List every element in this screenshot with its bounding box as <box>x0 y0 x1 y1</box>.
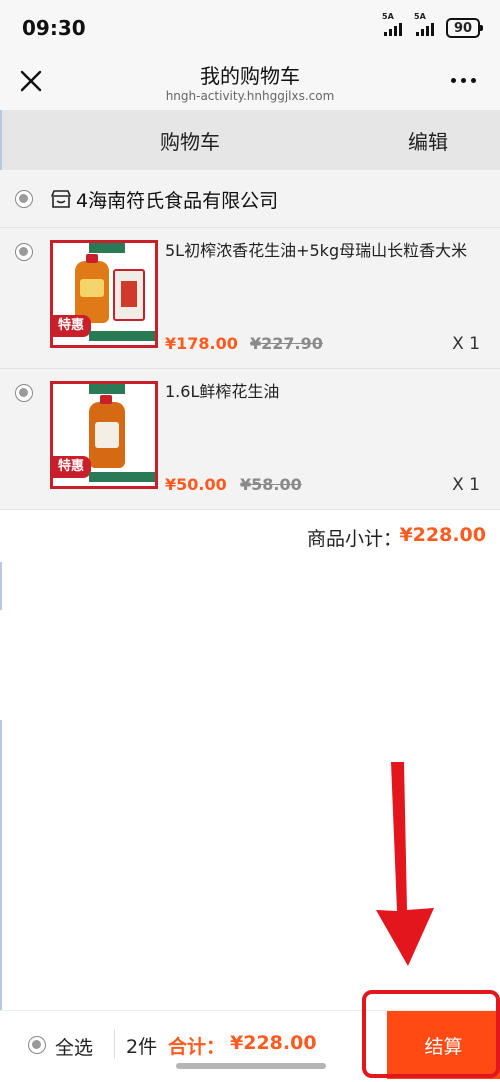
battery-icon: 90 <box>446 18 483 38</box>
item-original-price: ¥227.90 <box>250 334 323 353</box>
shop-row: 4海南符氏食品有限公司 <box>0 170 500 228</box>
status-indicators: 5A 5A 90 <box>376 12 483 38</box>
signal-icon: 5A <box>382 12 402 36</box>
cart-item[interactable]: 特惠 5L初榨浓香花生油+5kg母瑞山长粒香大米 ¥178.00 ¥227.90… <box>0 228 500 369</box>
item-select-radio[interactable] <box>15 243 33 261</box>
item-quantity: X 1 <box>452 475 480 495</box>
item-select-radio[interactable] <box>15 384 33 402</box>
signal-label: 5A <box>382 12 394 21</box>
battery-level: 90 <box>453 20 473 36</box>
page-url: hngh-activity.hnhggjlxs.com <box>165 89 335 103</box>
edit-button[interactable]: 编辑 <box>408 126 448 155</box>
subtotal-row: 商品小计： ¥228.00 <box>0 510 500 562</box>
more-menu-icon[interactable] <box>451 78 476 83</box>
product-image-strip <box>89 472 155 482</box>
home-indicator[interactable] <box>176 1063 326 1069</box>
select-all-label[interactable]: 全选 <box>55 1033 93 1060</box>
signal-icon-2: 5A <box>414 12 434 36</box>
subtotal-label: 商品小计： <box>306 528 402 550</box>
product-image[interactable]: 特惠 <box>50 381 158 489</box>
item-count: 2件 <box>126 1036 158 1058</box>
left-edge-line <box>0 720 2 1020</box>
cart-header: 购物车 编辑 <box>0 110 500 170</box>
product-image[interactable]: 特惠 <box>50 240 158 348</box>
divider <box>114 1029 115 1059</box>
item-price: ¥50.00 <box>165 475 227 494</box>
total-label: 合计： <box>168 1036 226 1058</box>
product-image-tag <box>89 243 125 253</box>
special-offer-badge: 特惠 <box>53 315 91 337</box>
select-all-radio[interactable] <box>28 1036 46 1054</box>
status-bar: 09:30 5A 5A 90 <box>0 0 500 58</box>
status-time: 09:30 <box>22 16 86 40</box>
item-quantity: X 1 <box>452 334 480 354</box>
page-title: 我的购物车 <box>200 64 300 88</box>
rice-bag-image <box>113 269 145 321</box>
oil-bottle-image <box>89 395 125 468</box>
item-original-price: ¥58.00 <box>240 475 302 494</box>
shop-select-radio[interactable] <box>15 190 33 208</box>
cart-item[interactable]: 特惠 1.6L鲜榨花生油 ¥50.00 ¥58.00 X 1 <box>0 369 500 510</box>
annotation-arrow-icon <box>376 762 434 966</box>
cart-list: 4海南符氏食品有限公司 特惠 5L初榨浓香花生油+5kg母瑞山长粒香大米 ¥17… <box>0 170 500 510</box>
subtotal-value: ¥228.00 <box>399 524 486 546</box>
oil-bottle-image <box>75 254 109 323</box>
shop-name: 4海南符氏食品有限公司 <box>76 190 279 212</box>
signal-label-2: 5A <box>414 12 426 21</box>
total-value: ¥228.00 <box>230 1032 317 1054</box>
store-icon <box>51 190 71 208</box>
item-name[interactable]: 1.6L鲜榨花生油 <box>165 381 475 402</box>
item-price: ¥178.00 <box>165 334 238 353</box>
special-offer-badge: 特惠 <box>53 456 91 478</box>
product-image-tag <box>89 384 125 394</box>
nav-bar: 我的购物车 hngh-activity.hnhggjlxs.com <box>0 58 500 110</box>
cart-title: 购物车 <box>160 130 220 154</box>
product-image-strip <box>89 331 155 341</box>
item-name[interactable]: 5L初榨浓香花生油+5kg母瑞山长粒香大米 <box>165 240 475 261</box>
annotation-highlight-box <box>362 990 500 1078</box>
